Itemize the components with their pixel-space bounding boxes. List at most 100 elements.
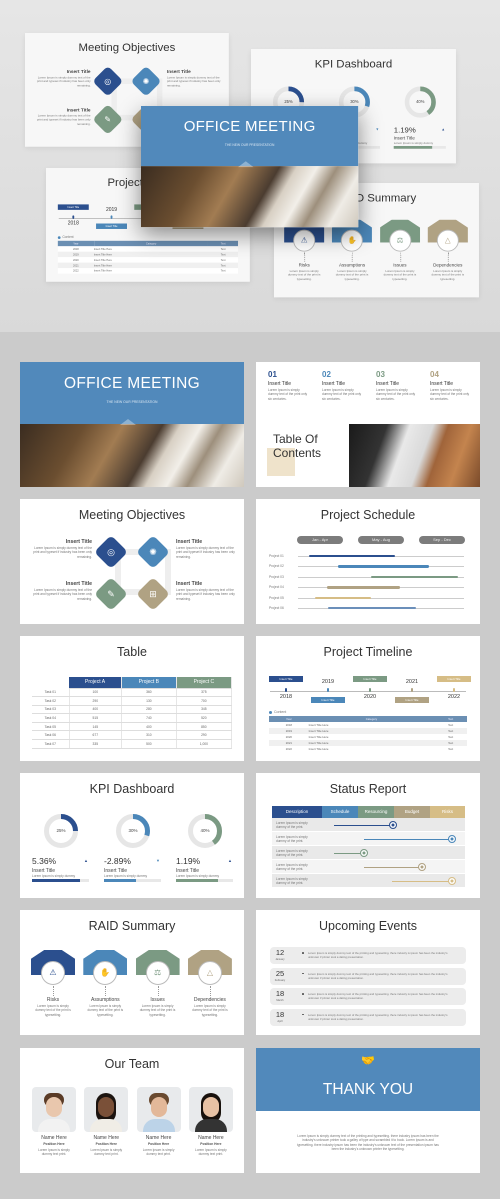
table-row: Task 05 145 400 850 [32,722,233,732]
status-marker-icon[interactable] [447,877,456,885]
slide-status-report[interactable]: Status Report Description Schedule Resourc… [256,773,480,898]
raid-label: Issues [393,262,407,269]
slide-title: Project Timeline [323,645,413,659]
table-cell: 400 [69,705,123,715]
project-bar[interactable] [328,607,416,610]
row-label: Task 05 [32,722,70,732]
raid-dotted-line [157,986,159,996]
status-line [364,839,452,840]
status-header[interactable]: Resourcing [358,806,394,818]
objective-title: Insert Title [176,581,203,587]
slide-table[interactable]: Table Project A Project B Project C Task 01… [20,636,244,761]
slide-cover[interactable]: OFFICE MEETING THE NEW OUR PRESENTATION [20,362,244,487]
slide-our-team[interactable]: Our Team Name Here Position Here Lorem Ips… [20,1048,244,1173]
table-cell: 290 [176,730,233,741]
status-header[interactable]: Schedule [322,806,358,818]
member-name: Name Here [41,1135,67,1141]
objective-text: Lorem Ipsum is simply dummy text of the … [166,75,221,88]
donut-percent-label: 25% [56,828,66,833]
person-body [38,1119,70,1132]
slide-title: Meeting Objectives [78,508,186,522]
milestone-label[interactable]: Insert Title [269,676,303,682]
slide-title: KPI Dashboard [314,57,393,71]
table-cell: 335 [69,739,123,749]
table-row: Task 07 335 500 1,000 [32,739,233,749]
milestone-year: 2019 [321,679,335,685]
toc-number: 01 [268,370,277,379]
atom-icon: ✺ [149,547,157,557]
toc-item-title[interactable]: Insert Title [268,381,291,387]
kpi-value: 5.36% [32,856,57,866]
scale-icon: ⚖ [154,968,162,977]
slide-thank-you[interactable]: 🤝 THANK YOU Lorem Ipsum is simply dummy … [256,1048,480,1173]
milestone-marker-icon [326,688,330,692]
objective-text: Lorem Ipsum is simply dummy text of the … [33,588,92,601]
period-pill[interactable]: May - Aug [358,536,404,544]
milestone-year: 2020 [363,694,377,700]
corner-cell [32,677,69,688]
milestone-year: 2019 [105,207,118,213]
milestone-marker-icon [410,688,414,692]
slide-project-schedule[interactable]: Project Schedule Jan - Apr May - Aug Sep -… [256,499,480,624]
toc-item-title[interactable]: Insert Title [430,381,453,387]
milestone-label[interactable]: Insert Title [437,676,471,682]
project-bar[interactable] [327,586,401,589]
status-marker-icon[interactable] [447,835,456,843]
slide-raid-summary[interactable]: RAID Summary ⚠ Risks Lorem Ipsum is simply… [20,910,244,1035]
slide-upcoming-events[interactable]: Upcoming Events 12 January Lorem Ipsum is … [256,910,480,1035]
toc-title-line2: Contents [273,446,322,460]
status-header[interactable]: Budget [394,806,430,818]
project-bar[interactable] [338,565,430,568]
milestone-label[interactable]: Insert Title [395,697,429,703]
raid-dotted-line [352,252,353,262]
column-header[interactable]: Project B [121,677,177,689]
status-marker-icon[interactable] [388,821,397,829]
event-bullet-icon [302,1013,304,1015]
legend-label: Content [274,710,287,714]
objective-text: Lorem Ipsum is simply dummy text of the … [176,546,235,559]
milestone-label[interactable]: Insert Title [311,697,345,703]
milestone-label[interactable]: Insert Title [57,204,89,210]
handshake-icon: 🤝 [361,1055,375,1067]
period-pill[interactable]: Sep - Dec [419,536,465,544]
table-cell: 515 [69,713,123,723]
risk-icon: ⚠ [49,968,57,977]
timeline-cell: 2022 [285,747,292,751]
objective-diamond: ◎ [92,65,124,97]
slide-meeting-objectives[interactable]: Meeting Objectives ◎ Insert Title Lorem Ip… [20,499,244,624]
slide-title: RAID Summary [88,919,176,933]
period-pill[interactable]: Jan - Apr [297,536,343,544]
table-cell: 520 [176,713,233,723]
column-header[interactable]: Project A [69,677,123,689]
toc-item-title[interactable]: Insert Title [322,381,345,387]
table-cell: 740 [121,713,177,723]
table-cell: 100 [69,688,123,698]
timeline-axis [270,691,466,692]
slide-table-of-contents[interactable]: 01 Insert Title Lorem Ipsum is simply dumm… [256,362,480,487]
kpi-progress-fill [393,145,432,149]
milestone-label[interactable]: Insert Title [353,676,387,682]
kpi-progress-fill [176,879,218,882]
status-header[interactable]: Risks [430,806,465,818]
event-text: Lorem Ipsum is simply dummy text of the … [308,971,448,980]
scale-icon: ⚖ [396,236,404,245]
slide-kpi-dashboard[interactable]: KPI Dashboard 25% 5.36% ▲ Insert Title Lorem… [20,773,244,898]
preview-slide-cover[interactable]: OFFICE MEETING THE NEW OUR PRESENTATION [141,106,359,228]
raid-label: Issues [150,997,165,1003]
column-header[interactable]: Project C [176,677,233,689]
project-label: Project 01 [269,554,284,558]
preview-collage: Meeting Objectives ◎ Insert Title Lorem Ip… [0,0,500,332]
milestone-label[interactable]: Insert Title [96,223,127,229]
project-bar[interactable] [309,555,395,558]
project-bar[interactable] [371,575,459,579]
table-header-row: Project A Project B Project C [32,677,233,689]
objective-title: Insert Title [166,69,191,75]
handshake-icon: ✋ [347,236,357,245]
slide-project-timeline[interactable]: Project Timeline Insert Title 2018 Insert … [256,636,480,761]
status-header[interactable]: Description [272,806,322,818]
objective-title: Insert Title [66,69,91,75]
raid-dotted-line [209,986,211,996]
project-bar[interactable] [314,596,372,599]
presentation-icon: ✎ [107,589,115,599]
toc-item-title[interactable]: Insert Title [376,381,399,387]
